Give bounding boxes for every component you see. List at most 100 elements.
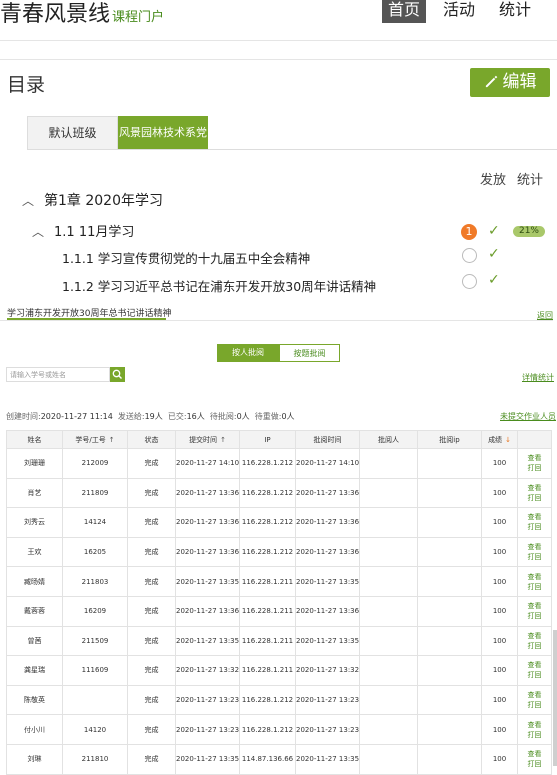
th-score[interactable]: 成绩 ↓ — [481, 430, 518, 449]
cell-id: 111609 — [62, 655, 128, 686]
cell-review-time: 2020-11-27 13:23 — [295, 714, 360, 745]
cell-name: 龚星瑞 — [6, 655, 63, 686]
cell-name: 曾茜 — [6, 625, 63, 657]
assignment-divider — [0, 320, 553, 321]
cell-ip: 114.87.136.66 — [239, 743, 296, 775]
cell-ip: 116.228.1.211 — [239, 655, 296, 686]
chevron-up-icon[interactable]: ︿ — [22, 194, 34, 208]
cell-reviewer — [359, 448, 418, 479]
scrollbar[interactable] — [553, 630, 557, 766]
th-review-ip: 批阅ip — [417, 430, 482, 449]
cell-score: 100 — [481, 566, 518, 597]
cell-status: 完成 — [127, 625, 176, 657]
tab-divider — [27, 149, 557, 150]
brand-logo[interactable]: 青春风景线 课程门户 — [0, 0, 164, 28]
cell-ip: 116.228.1.212 — [239, 714, 296, 745]
cell-name: 刘秀云 — [6, 507, 63, 538]
reject-link[interactable]: 打回 — [519, 552, 551, 562]
th-id[interactable]: 学号/工号 ↑ — [62, 430, 128, 449]
unsubmitted-list-link[interactable]: 未提交作业人员 — [500, 411, 556, 422]
edit-button[interactable]: 编辑 — [470, 68, 550, 97]
row-actions: 查看 打回 — [517, 477, 552, 509]
cell-status: 完成 — [127, 595, 176, 627]
search-input[interactable]: 请输入学号或姓名 — [6, 367, 110, 382]
reject-link[interactable]: 打回 — [519, 759, 551, 769]
column-stats: 统计 — [517, 173, 544, 188]
chapter-row[interactable]: ︿ 第1章 2020年学习 — [22, 190, 163, 210]
nav-activities[interactable]: 活动 — [443, 0, 475, 23]
cell-ip: 116.228.1.211 — [239, 595, 296, 627]
view-link[interactable]: 查看 — [519, 720, 551, 730]
view-link[interactable]: 查看 — [519, 542, 551, 552]
chevron-up-icon[interactable]: ︿ — [32, 225, 44, 239]
cell-review-time: 2020-11-27 13:35 — [295, 743, 360, 775]
tab-review-by-person[interactable]: 按人批阅 — [217, 344, 279, 362]
cell-status: 完成 — [127, 714, 176, 745]
cell-review-ip — [417, 566, 482, 597]
tab-landscape-branch[interactable]: 风景园林技术系党 — [118, 116, 208, 149]
reject-link[interactable]: 打回 — [519, 641, 551, 651]
cell-review-ip — [417, 448, 482, 479]
nav-home[interactable]: 首页 — [382, 0, 427, 23]
view-link[interactable]: 查看 — [519, 572, 551, 582]
reject-link[interactable]: 打回 — [519, 582, 551, 592]
cell-submit-time: 2020-11-27 13:36 — [175, 536, 240, 568]
cell-status: 完成 — [127, 566, 176, 597]
table-row: 戴蓉蓉 16209 完成 2020-11-27 13:36 116.228.1.211 2… — [6, 595, 552, 627]
cell-ip: 116.228.1.212 — [239, 684, 296, 716]
view-link[interactable]: 查看 — [519, 749, 551, 759]
lesson-item[interactable]: 1.1.1 学习宣传贯彻党的十九届五中全会精神 — [62, 248, 310, 267]
view-link[interactable]: 查看 — [519, 483, 551, 493]
cell-review-time: 2020-11-27 13:23 — [295, 684, 360, 716]
pencil-icon — [484, 72, 503, 92]
cell-status: 完成 — [127, 448, 176, 479]
view-link[interactable]: 查看 — [519, 601, 551, 611]
assignment-title-underline — [7, 318, 166, 320]
th-submit-time[interactable]: 提交时间 ↑ — [175, 430, 240, 449]
cell-review-ip — [417, 743, 482, 775]
row-actions: 查看 打回 — [517, 536, 552, 568]
cell-ip: 116.228.1.212 — [239, 477, 296, 509]
brand-subtitle: 课程门户 — [112, 10, 165, 25]
table-row: 付小川 14120 完成 2020-11-27 13:23 116.228.1.212 2… — [6, 714, 552, 745]
view-link[interactable]: 查看 — [519, 690, 551, 700]
task-count-badge[interactable]: 1 — [461, 224, 477, 240]
reject-link[interactable]: 打回 — [519, 463, 551, 473]
reject-link[interactable]: 打回 — [519, 670, 551, 680]
view-link[interactable]: 查看 — [519, 631, 551, 641]
cell-id: 212009 — [62, 448, 128, 479]
cell-name: 陈敬英 — [6, 684, 63, 716]
nav-statistics[interactable]: 统计 — [499, 0, 531, 23]
table-header: 姓名 学号/工号 ↑ 状态 提交时间 ↑ IP 批阅时间 批阅人 批阅ip 成绩 ↓ — [6, 430, 552, 449]
sort-up-icon: ↑ — [220, 435, 226, 444]
detail-stats-link[interactable]: 详情统计 — [522, 372, 554, 383]
reject-link[interactable]: 打回 — [519, 493, 551, 503]
cell-ip: 116.228.1.211 — [239, 625, 296, 657]
section-row[interactable]: ︿ 1.1 11月学习 — [32, 221, 134, 240]
tab-default-class[interactable]: 默认班级 — [27, 116, 118, 150]
cell-submit-time: 2020-11-27 13:36 — [175, 507, 240, 538]
tab-review-by-question[interactable]: 按题批阅 — [279, 344, 340, 362]
cell-id: 14120 — [62, 714, 128, 745]
th-reviewer: 批阅人 — [359, 430, 418, 449]
cell-id: 16205 — [62, 536, 128, 568]
check-icon: ✓ — [488, 272, 500, 288]
lesson-item[interactable]: 1.1.2 学习习近平总书记在浦东开发开放30周年讲话精神 — [62, 276, 376, 295]
reject-link[interactable]: 打回 — [519, 611, 551, 621]
status-circle-icon — [462, 248, 477, 263]
row-actions: 查看 打回 — [517, 714, 552, 745]
table-row: 陈敬英 完成 2020-11-27 13:23 116.228.1.212 2020-1… — [6, 684, 552, 716]
search-button[interactable] — [110, 367, 125, 382]
cell-ip: 116.228.1.212 — [239, 448, 296, 479]
reject-link[interactable]: 打回 — [519, 700, 551, 710]
reject-link[interactable]: 打回 — [519, 730, 551, 740]
column-publish: 发放 — [480, 173, 507, 188]
view-link[interactable]: 查看 — [519, 512, 551, 522]
th-ops — [517, 430, 552, 449]
view-link[interactable]: 查看 — [519, 660, 551, 670]
cell-status: 完成 — [127, 477, 176, 509]
back-link[interactable]: 返回 — [537, 310, 553, 321]
view-link[interactable]: 查看 — [519, 453, 551, 463]
reject-link[interactable]: 打回 — [519, 522, 551, 532]
cell-review-ip — [417, 655, 482, 686]
